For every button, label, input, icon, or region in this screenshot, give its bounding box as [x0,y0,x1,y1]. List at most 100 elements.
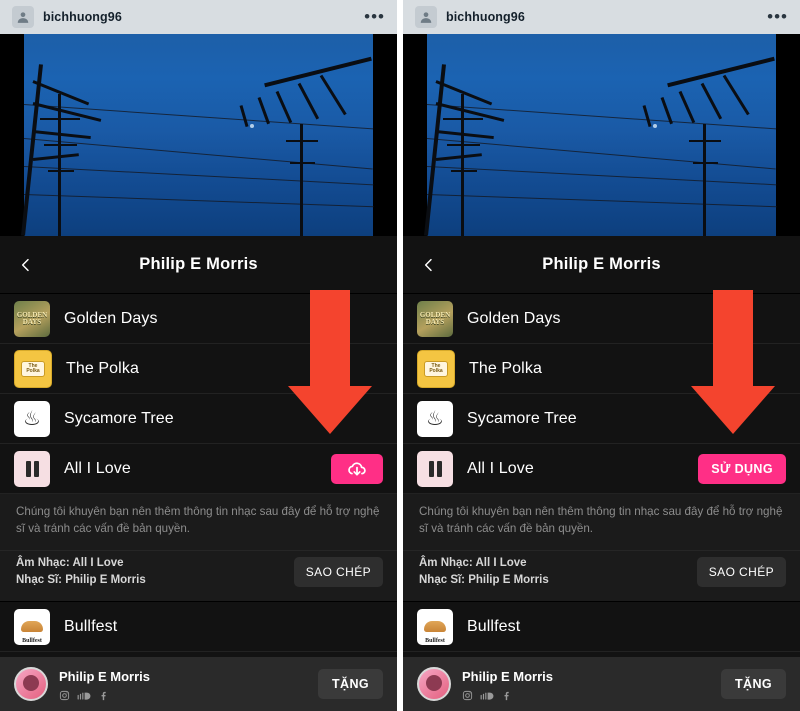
photo-sky [0,34,397,236]
post-header: bichhuong96 ••• [403,0,800,34]
thumb-label: Bullfest [425,637,445,644]
track-thumbnail [417,450,453,487]
post-photo: bichhuong96 ••• [0,0,397,236]
artist-info: Philip E Morris [59,668,150,701]
meta-music-line: Âm Nhạc: All I Love [419,556,527,569]
track-row-sycamore-tree[interactable]: ♨ Sycamore Tree [403,394,800,444]
photo-sky [403,34,800,236]
ellipsis-icon[interactable]: ••• [767,8,788,25]
thumb-label: GOLDEN DAYS [16,310,48,326]
facebook-icon[interactable] [501,690,512,701]
sheet-header: Philip E Morris [0,236,397,294]
page-title: Philip E Morris [139,255,258,273]
copyright-note-text: Chúng tôi khuyên bạn nên thêm thông tin … [16,505,380,535]
thumb-label: Bullfest [22,637,42,644]
artist-info: Philip E Morris [462,668,553,701]
track-title: Sycamore Tree [467,409,577,427]
soundcloud-icon[interactable] [480,690,494,701]
profile-avatar-icon [12,6,34,28]
post-header: bichhuong96 ••• [0,0,397,34]
track-row-the-polka[interactable]: The Polka The Polka [0,344,397,394]
soundcloud-icon[interactable] [77,690,91,701]
avatar [14,667,48,701]
track-thumbnail [14,450,50,487]
track-title: Sycamore Tree [64,409,174,427]
track-thumbnail: The Polka [14,349,52,388]
use-button[interactable]: SỬ DỤNG [698,453,786,484]
copyright-note: Chúng tôi khuyên bạn nên thêm thông tin … [0,494,397,551]
track-title: Golden Days [64,309,158,327]
photo-left-letterbox [0,34,24,236]
track-row-golden-days[interactable]: GOLDEN DAYS Golden Days [0,294,397,344]
track-row-the-polka[interactable]: The Polka The Polka [403,344,800,394]
thumb-label: GOLDEN DAYS [419,310,451,326]
track-title: Bullfest [467,617,521,635]
sheet-header: Philip E Morris [403,236,800,294]
track-row-bullfest[interactable]: Bullfest Bullfest [0,602,397,653]
track-title: The Polka [66,359,139,377]
music-meta-lines: Âm Nhạc: All I Love Nhạc Sĩ: Philip E Mo… [16,555,146,590]
track-title: All I Love [467,459,534,477]
track-row-bullfest[interactable]: Bullfest Bullfest [403,602,800,653]
track-thumbnail: GOLDEN DAYS [14,300,50,337]
track-row-all-i-love[interactable]: All I Love [0,444,397,494]
social-icons [59,690,150,701]
track-title: Bullfest [64,617,118,635]
music-sheet: Philip E Morris GOLDEN DAYS Golden Days … [403,236,800,711]
ellipsis-icon[interactable]: ••• [364,8,385,25]
artist-bar: Philip E Morris TẶNG [0,657,397,711]
donate-button[interactable]: TẶNG [317,669,383,699]
track-thumbnail: Bullfest [14,608,50,645]
track-row-golden-days[interactable]: GOLDEN DAYS Golden Days [403,294,800,344]
track-title: All I Love [64,459,131,477]
avatar [417,667,451,701]
meta-artist-line: Nhạc Sĩ: Philip E Morris [419,573,549,586]
post-photo: bichhuong96 ••• [403,0,800,236]
thumb-label: The Polka [21,360,45,377]
track-thumbnail: GOLDEN DAYS [417,300,453,337]
social-icons [462,690,553,701]
instagram-icon[interactable] [462,690,473,701]
copyright-note-text: Chúng tôi khuyên bạn nên thêm thông tin … [419,505,783,535]
meta-artist-line: Nhạc Sĩ: Philip E Morris [16,573,146,586]
photo-right-letterbox [373,34,397,236]
phone-screen-right: bichhuong96 ••• Philip E Morris GOLDEN D… [403,0,800,711]
music-meta: Âm Nhạc: All I Love Nhạc Sĩ: Philip E Mo… [403,550,800,603]
meta-music-line: Âm Nhạc: All I Love [16,556,124,569]
donate-button[interactable]: TẶNG [720,669,786,699]
back-chevron-icon[interactable] [421,257,437,273]
post-username: bichhuong96 [43,10,122,24]
tree-icon: ♨ [23,407,41,430]
track-thumbnail: The Polka [417,349,455,388]
copy-button[interactable]: SAO CHÉP [293,556,383,587]
copyright-note: Chúng tôi khuyên bạn nên thêm thông tin … [403,494,800,551]
music-sheet: Philip E Morris GOLDEN DAYS Golden Days … [0,236,397,711]
post-username: bichhuong96 [446,10,525,24]
thumb-label: The Polka [424,360,448,377]
photo-left-letterbox [403,34,427,236]
instagram-icon[interactable] [59,690,70,701]
artist-name: Philip E Morris [59,668,151,684]
track-thumbnail: ♨ [14,400,50,437]
page-title: Philip E Morris [542,255,661,273]
moon-dot [250,124,254,128]
moon-dot [653,124,657,128]
artist-bar: Philip E Morris TẶNG [403,657,800,711]
track-thumbnail: Bullfest [417,608,453,645]
profile-avatar-icon [415,6,437,28]
tree-icon: ♨ [426,407,444,430]
artist-name: Philip E Morris [462,668,554,684]
track-row-sycamore-tree[interactable]: ♨ Sycamore Tree [0,394,397,444]
music-meta-lines: Âm Nhạc: All I Love Nhạc Sĩ: Philip E Mo… [419,555,549,590]
copy-button[interactable]: SAO CHÉP [696,556,786,587]
photo-right-letterbox [776,34,800,236]
track-title: The Polka [469,359,542,377]
phone-screen-left: bichhuong96 ••• Philip E Morris GOLDEN D… [0,0,397,711]
track-thumbnail: ♨ [417,400,453,437]
screenshot-stage: bichhuong96 ••• Philip E Morris GOLDEN D… [0,0,800,711]
track-row-all-i-love[interactable]: All I Love SỬ DỤNG [403,444,800,494]
back-chevron-icon[interactable] [18,257,34,273]
cloud-download-icon[interactable] [331,453,383,484]
music-meta: Âm Nhạc: All I Love Nhạc Sĩ: Philip E Mo… [0,550,397,603]
facebook-icon[interactable] [98,690,109,701]
